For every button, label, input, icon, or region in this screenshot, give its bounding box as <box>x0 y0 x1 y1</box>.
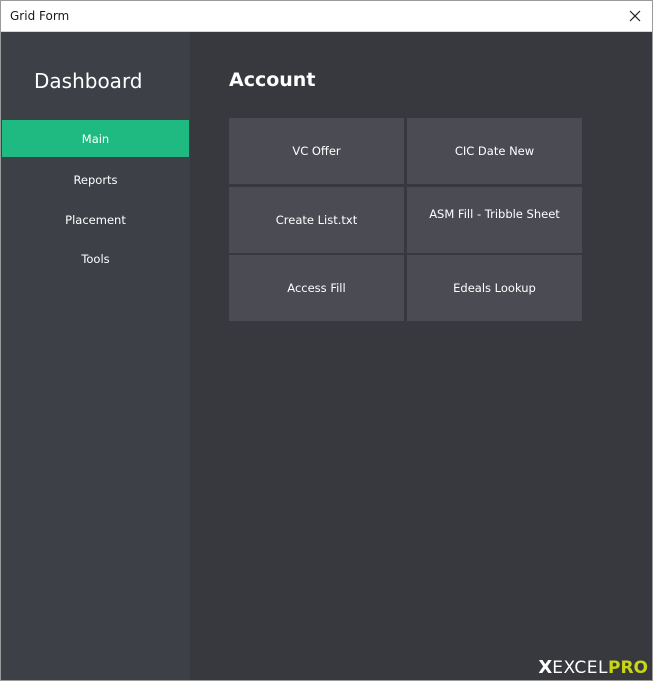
title-bar: Grid Form <box>1 1 652 32</box>
window-title: Grid Form <box>10 9 70 23</box>
grid-form-window: Grid Form Dashboard Main Reports Placeme… <box>0 0 653 681</box>
sidebar-item-reports[interactable]: Reports <box>2 161 189 198</box>
main-panel: Account VC Offer CIC Date New Create Lis… <box>191 32 652 680</box>
section-title: Account <box>229 69 316 91</box>
watermark-excel: EXCEL <box>552 657 608 678</box>
watermark-pro: PRO <box>607 657 648 678</box>
close-button[interactable] <box>618 1 652 31</box>
sidebar-item-placement[interactable]: Placement <box>2 201 189 238</box>
create-list-button[interactable]: Create List.txt <box>229 187 404 253</box>
sidebar-item-tools[interactable]: Tools <box>2 240 189 277</box>
cic-date-new-button[interactable]: CIC Date New <box>407 118 582 184</box>
sidebar-title: Dashboard <box>34 69 143 93</box>
vc-offer-button[interactable]: VC Offer <box>229 118 404 184</box>
edeals-lookup-button[interactable]: Edeals Lookup <box>407 255 582 321</box>
asm-fill-tribble-sheet-button[interactable]: ASM Fill - Tribble Sheet <box>407 187 582 253</box>
excelpro-watermark: X EXCEL PRO <box>538 657 648 678</box>
sidebar: Dashboard Main Reports Placement Tools <box>1 32 190 680</box>
watermark-x: X <box>538 657 553 678</box>
close-icon <box>629 10 641 22</box>
access-fill-button[interactable]: Access Fill <box>229 255 404 321</box>
sidebar-item-main[interactable]: Main <box>2 120 189 157</box>
